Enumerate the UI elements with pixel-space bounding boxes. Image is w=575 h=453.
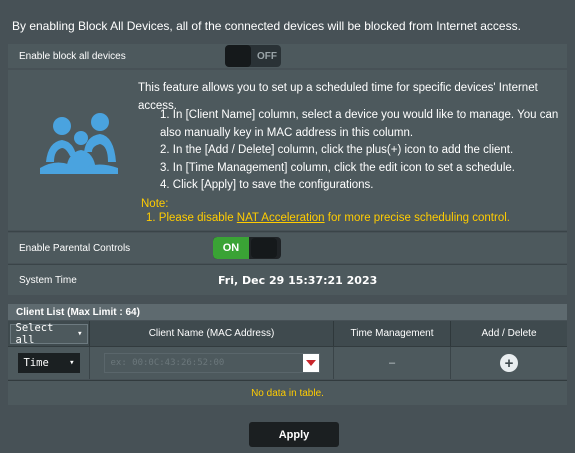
plus-icon: +	[504, 354, 514, 372]
system-time-label: System Time	[8, 265, 208, 295]
block-all-label: Enable block all devices	[8, 44, 208, 68]
toggle-knob	[225, 45, 251, 67]
chevron-down-icon: ▾	[77, 328, 83, 339]
parental-controls-toggle[interactable]: ON	[213, 237, 281, 259]
step-1: 1. In [Client Name] column, select a dev…	[160, 109, 559, 139]
select-all-dropdown[interactable]: Select all ▾	[9, 321, 88, 346]
note-label: Note:	[141, 198, 169, 210]
client-table-header: Select all ▾ Client Name (MAC Address) T…	[8, 321, 567, 346]
divider	[8, 231, 567, 232]
client-dropdown-button[interactable]	[302, 354, 319, 372]
parental-controls-state: ON	[213, 237, 249, 259]
time-management-cell: –	[334, 347, 451, 379]
column-add-delete: Add / Delete	[481, 328, 537, 339]
chevron-down-icon: ▾	[69, 358, 75, 368]
mac-cell: ex: 00:0C:43:26:52:00	[90, 347, 334, 379]
client-input-row: Time ▾ ex: 00:0C:43:26:52:00 – +	[8, 346, 567, 379]
instruction-steps: 1. In [Client Name] column, select a dev…	[160, 107, 560, 195]
note-prefix: 1. Please disable	[146, 212, 237, 224]
note-suffix: for more precise scheduling control.	[324, 212, 510, 224]
empty-table-message: No data in table.	[8, 380, 567, 405]
note-block: Note: 1. Please disable NAT Acceleration…	[141, 197, 510, 225]
nat-acceleration-link[interactable]: NAT Acceleration	[237, 212, 325, 224]
parental-controls-label: Enable Parental Controls	[8, 233, 208, 263]
parental-controls-page: By enabling Block All Devices, all of th…	[0, 0, 575, 453]
step-3: 3. In [Time Management] column, click th…	[160, 161, 515, 174]
client-list-title: Client List (Max Limit : 64)	[8, 304, 567, 320]
block-all-description: By enabling Block All Devices, all of th…	[12, 19, 521, 33]
toggle-knob	[251, 238, 277, 258]
mac-address-input[interactable]: ex: 00:0C:43:26:52:00	[103, 353, 320, 373]
step-4: 4. Click [Apply] to save the configurati…	[160, 179, 374, 191]
caret-down-icon	[305, 360, 316, 366]
block-all-toggle[interactable]: OFF	[225, 45, 281, 67]
mode-cell: Time ▾	[8, 347, 90, 379]
family-icon	[40, 113, 118, 174]
column-client-name: Client Name (MAC Address)	[90, 321, 334, 346]
note-line: 1. Please disable NAT Acceleration for m…	[141, 211, 510, 225]
apply-button[interactable]: Apply	[249, 422, 339, 447]
select-all-value: Select all	[15, 321, 54, 346]
instructions-panel: This feature allows you to set up a sche…	[8, 70, 567, 230]
add-cell: +	[451, 347, 567, 379]
mode-value: Time	[23, 357, 49, 369]
add-client-button[interactable]: +	[500, 354, 518, 372]
mode-dropdown[interactable]: Time ▾	[17, 353, 80, 373]
block-all-state: OFF	[257, 50, 277, 62]
mac-placeholder: ex: 00:0C:43:26:52:00	[110, 358, 225, 368]
column-time-management: Time Management	[334, 321, 451, 346]
system-time-value: Fri, Dec 29 15:37:21 2023	[218, 274, 378, 287]
select-all-cell: Select all ▾	[8, 321, 90, 346]
step-2: 2. In the [Add / Delete] column, click t…	[160, 144, 514, 156]
